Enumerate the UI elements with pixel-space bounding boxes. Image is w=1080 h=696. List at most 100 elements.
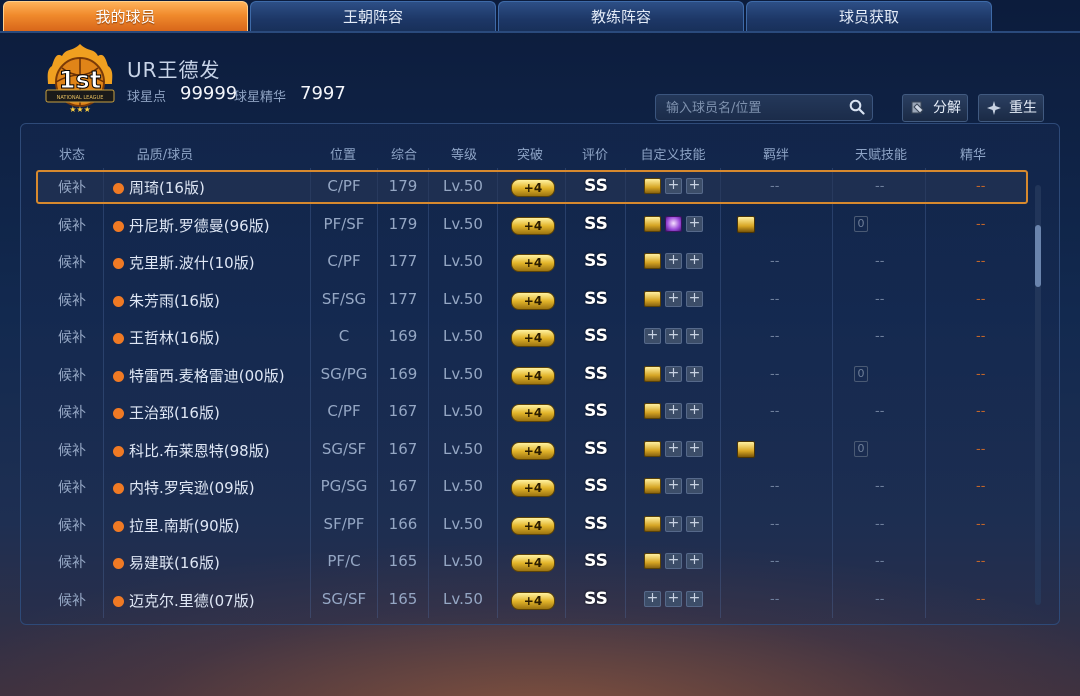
col-header-bond[interactable]: 羁绊 xyxy=(748,144,804,163)
add-skill-slot-icon[interactable]: + xyxy=(665,403,682,419)
player-name-text: 拉里.南斯(90版) xyxy=(129,517,240,535)
tab-coach-lineup[interactable]: 教练阵容 xyxy=(498,1,744,31)
add-skill-slot-icon[interactable]: + xyxy=(686,441,703,457)
row-player-name[interactable]: 迈克尔.里德(07版) xyxy=(113,590,308,611)
add-skill-slot-icon[interactable]: + xyxy=(665,441,682,457)
gold-skill-icon[interactable] xyxy=(644,216,661,232)
add-skill-slot-icon[interactable]: + xyxy=(665,328,682,344)
add-skill-slot-icon[interactable]: + xyxy=(686,403,703,419)
add-skill-slot-icon[interactable]: + xyxy=(686,591,703,607)
add-skill-slot-icon[interactable]: + xyxy=(644,591,661,607)
row-player-name[interactable]: 特雷西.麦格雷迪(00版) xyxy=(113,365,308,386)
row-essence: -- xyxy=(976,367,986,382)
gold-skill-icon[interactable] xyxy=(644,291,661,307)
gold-skill-icon[interactable] xyxy=(644,478,661,494)
row-player-name[interactable]: 易建联(16版) xyxy=(113,552,308,573)
row-talent: -- xyxy=(875,592,885,607)
add-skill-slot-icon[interactable]: + xyxy=(686,478,703,494)
col-header-grade[interactable]: 评价 xyxy=(570,144,620,163)
gold-skill-icon[interactable] xyxy=(644,553,661,569)
row-player-name[interactable]: 朱芳雨(16版) xyxy=(113,290,308,311)
col-header-position[interactable]: 位置 xyxy=(318,144,368,163)
row-player-name[interactable]: 拉里.南斯(90版) xyxy=(113,515,308,536)
add-skill-slot-icon[interactable]: + xyxy=(665,253,682,269)
row-overall: 165 xyxy=(388,590,418,608)
search-input[interactable] xyxy=(664,95,848,122)
row-status: 候补 xyxy=(58,293,86,309)
player-name-text: 克里斯.波什(10版) xyxy=(129,254,255,272)
row-player-name[interactable]: 丹尼斯.罗德曼(96版) xyxy=(113,215,308,236)
tab-dynasty-lineup[interactable]: 王朝阵容 xyxy=(250,1,496,31)
col-header-custom-skills[interactable]: 自定义技能 xyxy=(630,144,716,163)
gold-skill-icon[interactable] xyxy=(644,253,661,269)
bond-icon[interactable] xyxy=(737,216,755,233)
add-skill-slot-icon[interactable]: + xyxy=(665,516,682,532)
row-status: 候补 xyxy=(58,555,86,571)
row-status: 候补 xyxy=(58,255,86,271)
add-skill-slot-icon[interactable]: + xyxy=(665,291,682,307)
row-player-name[interactable]: 王治郅(16版) xyxy=(113,402,308,423)
row-level: Lv.50 xyxy=(443,402,483,420)
talent-count-icon: 0 xyxy=(854,216,868,232)
row-bond: -- xyxy=(770,329,780,344)
add-skill-slot-icon[interactable]: + xyxy=(644,328,661,344)
row-position: C/PF xyxy=(327,252,361,270)
add-skill-slot-icon[interactable]: + xyxy=(665,178,682,194)
star-essence-value: 7997 xyxy=(300,83,346,104)
row-level: Lv.50 xyxy=(443,252,483,270)
col-header-talent[interactable]: 天赋技能 xyxy=(846,144,916,163)
col-header-overall[interactable]: 综合 xyxy=(380,144,428,163)
row-player-name[interactable]: 王哲林(16版) xyxy=(113,327,308,348)
add-skill-slot-icon[interactable]: + xyxy=(686,516,703,532)
add-skill-slot-icon[interactable]: + xyxy=(686,553,703,569)
row-player-name[interactable]: 周琦(16版) xyxy=(113,177,308,198)
quality-dot-icon xyxy=(113,446,124,457)
row-bond: -- xyxy=(770,292,780,307)
gold-skill-icon[interactable] xyxy=(644,441,661,457)
row-bond: -- xyxy=(770,367,780,382)
col-header-level[interactable]: 等级 xyxy=(440,144,488,163)
row-position: PG/SG xyxy=(320,477,368,495)
gold-skill-icon[interactable] xyxy=(644,516,661,532)
scrollbar-thumb[interactable] xyxy=(1035,225,1041,287)
quality-dot-icon xyxy=(113,258,124,269)
star-points-value: 99999 xyxy=(180,83,238,104)
row-status: 候补 xyxy=(58,518,86,534)
player-account-name: UR王德发 xyxy=(127,58,221,82)
add-skill-slot-icon[interactable]: + xyxy=(686,178,703,194)
row-overall: 169 xyxy=(388,365,418,383)
col-header-breakthrough[interactable]: 突破 xyxy=(506,144,554,163)
gold-skill-icon[interactable] xyxy=(644,366,661,382)
gold-skill-icon[interactable] xyxy=(644,403,661,419)
col-header-status[interactable]: 状态 xyxy=(52,144,92,163)
row-level: Lv.50 xyxy=(443,365,483,383)
search-icon[interactable] xyxy=(849,99,865,115)
col-header-player[interactable]: 品质/球员 xyxy=(120,144,210,163)
add-skill-slot-icon[interactable]: + xyxy=(686,253,703,269)
bond-icon[interactable] xyxy=(737,441,755,458)
player-name-text: 易建联(16版) xyxy=(129,554,220,572)
tab-my-players[interactable]: 我的球员 xyxy=(3,1,248,31)
add-skill-slot-icon[interactable]: + xyxy=(665,553,682,569)
row-player-name[interactable]: 科比.布莱恩特(98版) xyxy=(113,440,308,461)
add-skill-slot-icon[interactable]: + xyxy=(665,366,682,382)
quality-dot-icon xyxy=(113,333,124,344)
add-skill-slot-icon[interactable]: + xyxy=(686,216,703,232)
add-skill-slot-icon[interactable]: + xyxy=(686,366,703,382)
add-skill-slot-icon[interactable]: + xyxy=(686,291,703,307)
grade-badge: SS xyxy=(584,364,608,384)
row-player-name[interactable]: 克里斯.波什(10版) xyxy=(113,252,308,273)
tab-player-acquire[interactable]: 球员获取 xyxy=(746,1,992,31)
col-header-essence[interactable]: 精华 xyxy=(948,144,998,163)
svg-text:★★★: ★★★ xyxy=(69,105,91,114)
add-skill-slot-icon[interactable]: + xyxy=(686,328,703,344)
add-skill-slot-icon[interactable]: + xyxy=(665,591,682,607)
gold-skill-icon[interactable] xyxy=(644,178,661,194)
rebirth-button[interactable]: 重生 xyxy=(978,94,1044,122)
add-skill-slot-icon[interactable]: + xyxy=(665,478,682,494)
row-essence: -- xyxy=(976,292,986,307)
decompose-button[interactable]: 分解 xyxy=(902,94,968,122)
row-player-name[interactable]: 内特.罗宾逊(09版) xyxy=(113,477,308,498)
row-overall: 167 xyxy=(388,440,418,458)
purple-skill-icon[interactable] xyxy=(665,216,682,232)
